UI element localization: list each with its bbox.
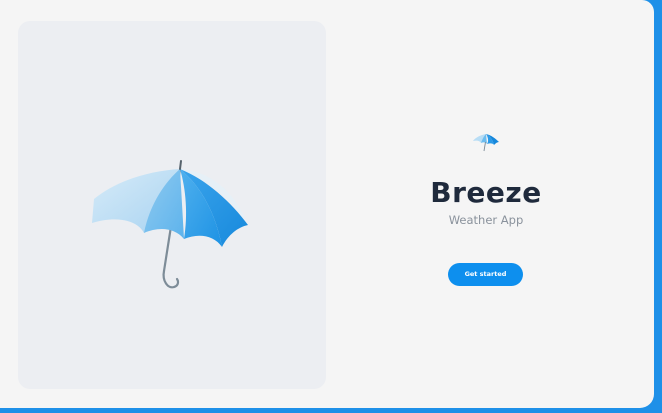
umbrella-icon [473, 134, 499, 152]
get-started-button[interactable]: Get started [448, 263, 523, 286]
app-title: Breeze [430, 176, 542, 209]
app-window: Breeze Weather App Get started [0, 0, 654, 408]
hero-illustration-panel [18, 21, 326, 389]
umbrella-icon [92, 160, 248, 289]
brand-block: Breeze Weather App [330, 130, 642, 228]
app-tagline: Weather App [448, 213, 524, 227]
